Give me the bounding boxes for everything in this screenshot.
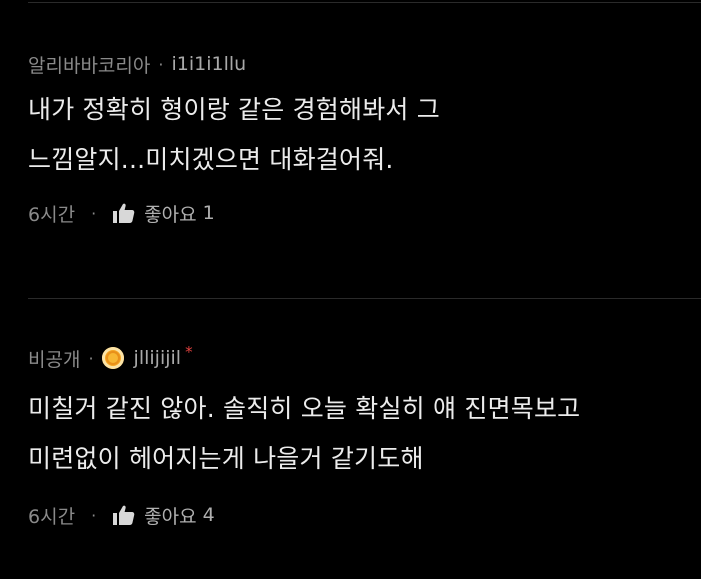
comment-item: 비공개 · jllijijil * 미칠거 같진 않아. 솔직히 오늘 확실히 … (28, 343, 685, 528)
comment-item: 알리바바코리아 · i1i1i1llu 내가 정확히 형이랑 같은 경험해봐서 … (28, 52, 685, 226)
comment-header: 비공개 · jllijijil * (28, 343, 685, 372)
like-count: 1 (202, 202, 215, 224)
comment-body: 미칠거 같진 않아. 솔직히 오늘 확실히 얘 진면목보고 미련없이 헤어지는게… (28, 384, 685, 484)
separator-dot: · (88, 348, 94, 368)
timestamp: 6시간 (28, 505, 76, 528)
level-badge-icon (101, 347, 124, 369)
separator-dot: · (91, 203, 97, 223)
top-divider (28, 2, 701, 3)
like-label: 좋아요 (144, 505, 197, 528)
separator-dot: · (91, 505, 97, 525)
like-label: 좋아요 (144, 203, 197, 226)
comment-footer: 6시간 · 좋아요 4 (28, 502, 685, 528)
comment-body: 내가 정확히 형이랑 같은 경험해봐서 그 느낌알지...미치겠으면 대화걸어줘… (28, 85, 685, 185)
user-id[interactable]: jllijijil (134, 347, 182, 369)
comment-line: 미련없이 헤어지는게 나을거 같기도해 (28, 444, 424, 473)
author-name[interactable]: 비공개 (28, 345, 80, 372)
comment-line: 미칠거 같진 않아. 솔직히 오늘 확실히 얘 진면목보고 (28, 394, 581, 423)
like-count: 4 (202, 504, 215, 526)
comment-line: 내가 정확히 형이랑 같은 경험해봐서 그 (28, 95, 440, 124)
comment-line: 느낌알지...미치겠으면 대화걸어줘. (28, 145, 394, 174)
separator-dot: · (158, 54, 164, 74)
star-mark: * (185, 343, 193, 361)
thumbs-up-icon (113, 203, 135, 223)
like-button[interactable]: 좋아요 4 (112, 502, 215, 529)
like-button[interactable]: 좋아요 1 (112, 200, 215, 227)
comment-header: 알리바바코리아 · i1i1i1llu (28, 51, 685, 78)
comment-footer: 6시간 · 좋아요 1 (28, 200, 685, 226)
user-id[interactable]: i1i1i1llu (171, 53, 246, 75)
timestamp: 6시간 (28, 203, 76, 226)
thumbs-up-icon (113, 505, 135, 525)
author-name[interactable]: 알리바바코리아 (28, 51, 150, 78)
comment-divider (28, 298, 701, 299)
